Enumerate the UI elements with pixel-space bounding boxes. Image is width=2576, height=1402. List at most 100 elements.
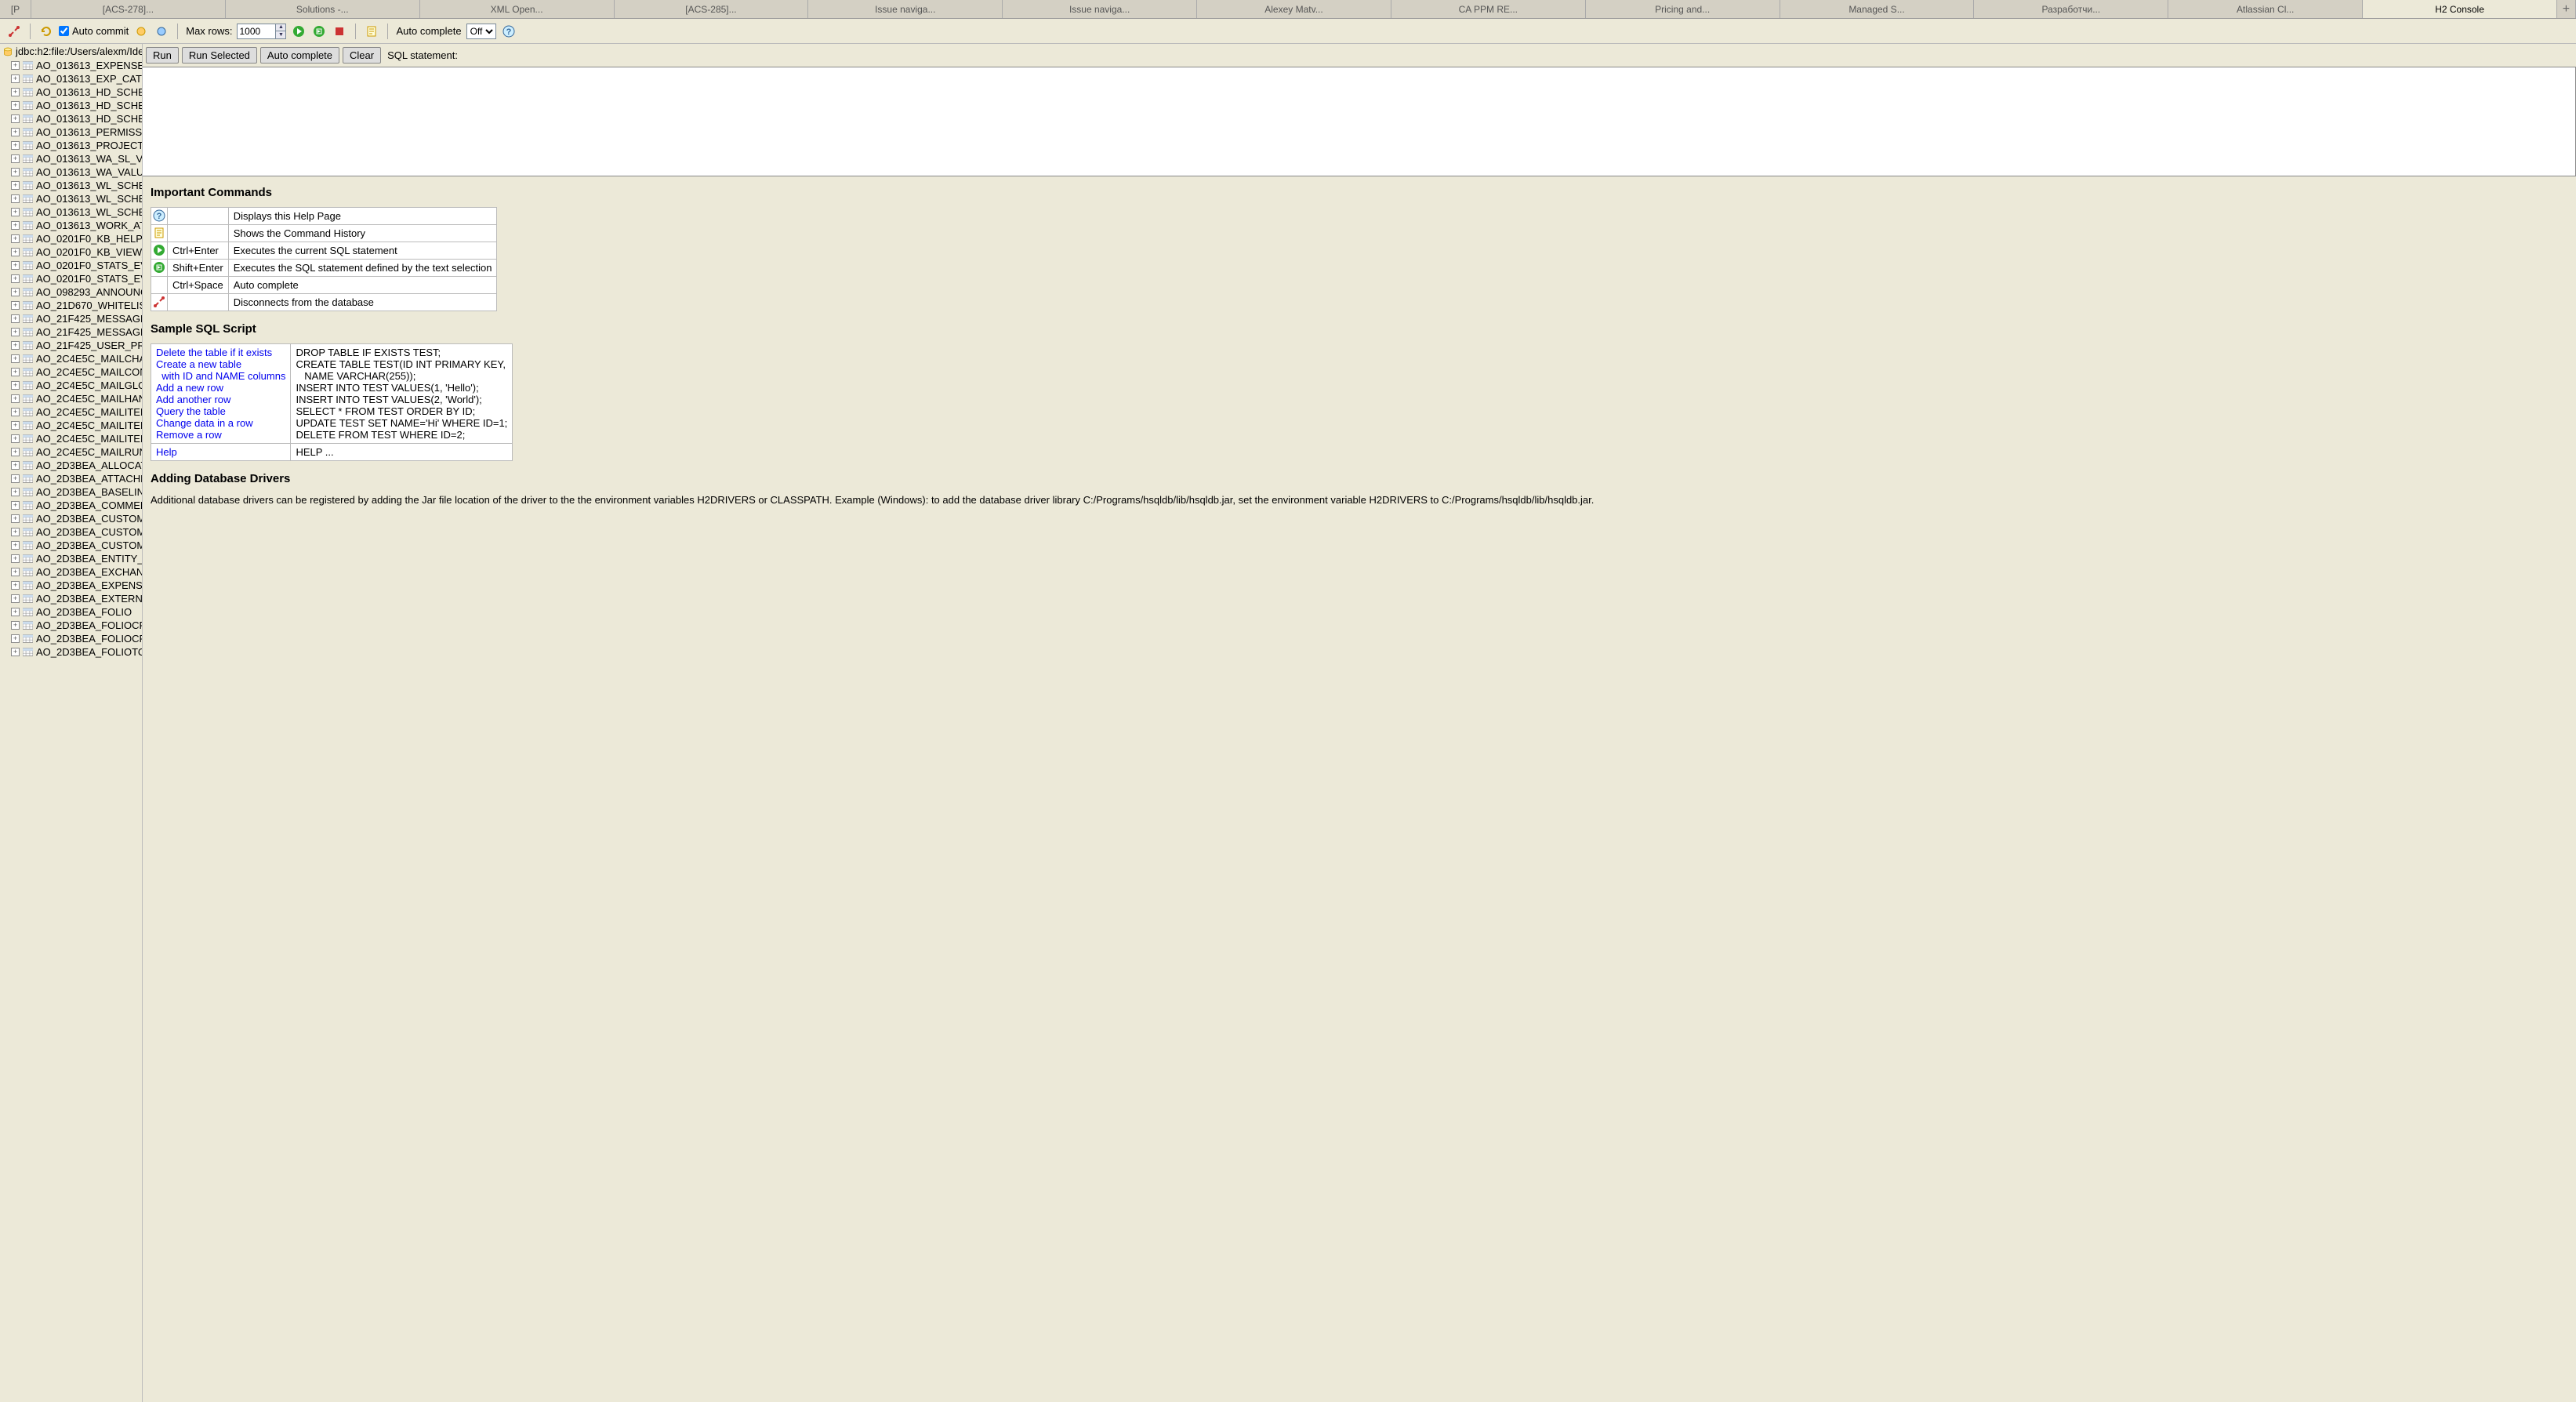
script-link[interactable]: with ID and NAME columns bbox=[156, 370, 285, 382]
tree-table-item[interactable]: +AO_21D670_WHITELIST_RU bbox=[11, 299, 142, 312]
expand-icon[interactable]: + bbox=[11, 634, 20, 643]
tree-table-item[interactable]: +AO_098293_ANNOUNCEME bbox=[11, 285, 142, 299]
expand-icon[interactable]: + bbox=[11, 448, 20, 456]
browser-tab[interactable]: Alexey Matv... bbox=[1197, 0, 1391, 18]
run-selected-icon[interactable] bbox=[311, 24, 327, 39]
tree-table-item[interactable]: +AO_2D3BEA_EXCHANGERA bbox=[11, 565, 142, 579]
script-link[interactable]: Change data in a row bbox=[156, 417, 253, 429]
tree-table-item[interactable]: +AO_0201F0_KB_HELPFUL_A bbox=[11, 232, 142, 245]
expand-icon[interactable]: + bbox=[11, 368, 20, 376]
script-link[interactable]: Create a new table bbox=[156, 358, 241, 370]
browser-tab[interactable]: Разработчи... bbox=[1974, 0, 2168, 18]
browser-tab[interactable]: Issue naviga... bbox=[1003, 0, 1197, 18]
script-link[interactable]: Help bbox=[156, 446, 177, 458]
auto-commit-checkbox[interactable]: Auto commit bbox=[59, 25, 129, 37]
browser-tab[interactable]: Issue naviga... bbox=[808, 0, 1003, 18]
expand-icon[interactable]: + bbox=[11, 88, 20, 96]
tree-table-item[interactable]: +AO_2D3BEA_FOLIOCFVALU bbox=[11, 632, 142, 645]
tree-table-item[interactable]: +AO_0201F0_KB_VIEW_AGG bbox=[11, 245, 142, 259]
expand-icon[interactable]: + bbox=[11, 594, 20, 603]
expand-icon[interactable]: + bbox=[11, 128, 20, 136]
expand-icon[interactable]: + bbox=[11, 101, 20, 110]
help-icon[interactable] bbox=[501, 24, 517, 39]
script-link[interactable]: Add another row bbox=[156, 394, 230, 405]
run-icon[interactable] bbox=[291, 24, 307, 39]
tree-table-item[interactable]: +AO_2D3BEA_FOLIOTOPORT bbox=[11, 645, 142, 659]
disconnect-icon[interactable] bbox=[6, 24, 22, 39]
expand-icon[interactable]: + bbox=[11, 541, 20, 550]
expand-icon[interactable]: + bbox=[11, 274, 20, 283]
expand-icon[interactable]: + bbox=[11, 288, 20, 296]
browser-tab[interactable]: [ACS-278]... bbox=[31, 0, 226, 18]
expand-icon[interactable]: + bbox=[11, 421, 20, 430]
expand-icon[interactable]: + bbox=[11, 181, 20, 190]
rollback-icon[interactable] bbox=[154, 24, 169, 39]
browser-tab[interactable]: Pricing and... bbox=[1586, 0, 1780, 18]
script-link[interactable]: Query the table bbox=[156, 405, 226, 417]
tree-table-item[interactable]: +AO_013613_WA_VALUE bbox=[11, 165, 142, 179]
expand-icon[interactable]: + bbox=[11, 568, 20, 576]
expand-icon[interactable]: + bbox=[11, 248, 20, 256]
expand-icon[interactable]: + bbox=[11, 621, 20, 630]
tree-table-item[interactable]: +AO_2D3BEA_EXPENSE bbox=[11, 579, 142, 592]
tree-table-item[interactable]: +AO_013613_WA_SL_VALUE bbox=[11, 152, 142, 165]
expand-icon[interactable]: + bbox=[11, 341, 20, 350]
tree-table-item[interactable]: +AO_2D3BEA_CUSTOMFIELD bbox=[11, 512, 142, 525]
tree-table-item[interactable]: +AO_2D3BEA_ATTACHMENT bbox=[11, 472, 142, 485]
expand-icon[interactable]: + bbox=[11, 474, 20, 483]
tree-table-item[interactable]: +AO_0201F0_STATS_EVENT_ bbox=[11, 272, 142, 285]
run-button[interactable]: Run bbox=[146, 47, 179, 64]
expand-icon[interactable]: + bbox=[11, 194, 20, 203]
max-rows-stepper[interactable]: ▲▼ bbox=[275, 24, 286, 39]
tree-table-item[interactable]: +AO_2C4E5C_MAILITEMAUD bbox=[11, 419, 142, 432]
expand-icon[interactable]: + bbox=[11, 581, 20, 590]
tree-table-item[interactable]: +AO_2D3BEA_FOLIOCF bbox=[11, 619, 142, 632]
tree-table-item[interactable]: +AO_2C4E5C_MAILHANDLER bbox=[11, 392, 142, 405]
browser-tab[interactable]: Solutions -... bbox=[226, 0, 420, 18]
script-link[interactable]: Delete the table if it exists bbox=[156, 347, 272, 358]
expand-icon[interactable]: + bbox=[11, 488, 20, 496]
tree-table-item[interactable]: +AO_013613_EXP_CATEGOR bbox=[11, 72, 142, 85]
expand-icon[interactable]: + bbox=[11, 648, 20, 656]
browser-tab[interactable]: H2 Console bbox=[2363, 0, 2557, 18]
expand-icon[interactable]: + bbox=[11, 261, 20, 270]
expand-icon[interactable]: + bbox=[11, 554, 20, 563]
refresh-icon[interactable] bbox=[38, 24, 54, 39]
tree-table-item[interactable]: +AO_21F425_MESSAGE_AO bbox=[11, 312, 142, 325]
expand-icon[interactable]: + bbox=[11, 354, 20, 363]
tree-table-item[interactable]: +AO_013613_WL_SCHEME_D bbox=[11, 192, 142, 205]
expand-icon[interactable]: + bbox=[11, 328, 20, 336]
tree-table-item[interactable]: +AO_2D3BEA_COMMENT bbox=[11, 499, 142, 512]
expand-icon[interactable]: + bbox=[11, 461, 20, 470]
tree-table-item[interactable]: +AO_013613_PROJECT_CON bbox=[11, 139, 142, 152]
tree-table-item[interactable]: +AO_013613_HD_SCHEME_M bbox=[11, 112, 142, 125]
history-icon[interactable] bbox=[364, 24, 379, 39]
tree-table-item[interactable]: +AO_2D3BEA_EXTERNALTEA bbox=[11, 592, 142, 605]
tree-root[interactable]: jdbc:h2:file:/Users/alexm/IdeaPro bbox=[0, 44, 142, 59]
expand-icon[interactable]: + bbox=[11, 608, 20, 616]
tree-table-item[interactable]: +AO_0201F0_STATS_EVENT bbox=[11, 259, 142, 272]
sql-input[interactable] bbox=[143, 67, 2576, 176]
tree-table-item[interactable]: +AO_2D3BEA_BASELINE bbox=[11, 485, 142, 499]
clear-button[interactable]: Clear bbox=[343, 47, 381, 64]
expand-icon[interactable]: + bbox=[11, 154, 20, 163]
expand-icon[interactable]: + bbox=[11, 394, 20, 403]
expand-icon[interactable]: + bbox=[11, 514, 20, 523]
run-selected-button[interactable]: Run Selected bbox=[182, 47, 257, 64]
browser-tab[interactable]: XML Open... bbox=[420, 0, 615, 18]
expand-icon[interactable]: + bbox=[11, 221, 20, 230]
tree-table-item[interactable]: +AO_2C4E5C_MAILRUNAUDI bbox=[11, 445, 142, 459]
expand-icon[interactable]: + bbox=[11, 314, 20, 323]
script-link[interactable]: Remove a row bbox=[156, 429, 222, 441]
max-rows-input[interactable] bbox=[237, 24, 276, 39]
expand-icon[interactable]: + bbox=[11, 528, 20, 536]
browser-tab[interactable]: [ACS-285]... bbox=[615, 0, 809, 18]
expand-icon[interactable]: + bbox=[11, 114, 20, 123]
expand-icon[interactable]: + bbox=[11, 61, 20, 70]
browser-tab[interactable]: CA PPM RE... bbox=[1391, 0, 1586, 18]
expand-icon[interactable]: + bbox=[11, 301, 20, 310]
new-tab-button[interactable]: + bbox=[2557, 0, 2576, 18]
tree-table-item[interactable]: +AO_21F425_MESSAGE_MAI bbox=[11, 325, 142, 339]
tree-table-item[interactable]: +AO_2C4E5C_MAILGLOBALH bbox=[11, 379, 142, 392]
expand-icon[interactable]: + bbox=[11, 381, 20, 390]
